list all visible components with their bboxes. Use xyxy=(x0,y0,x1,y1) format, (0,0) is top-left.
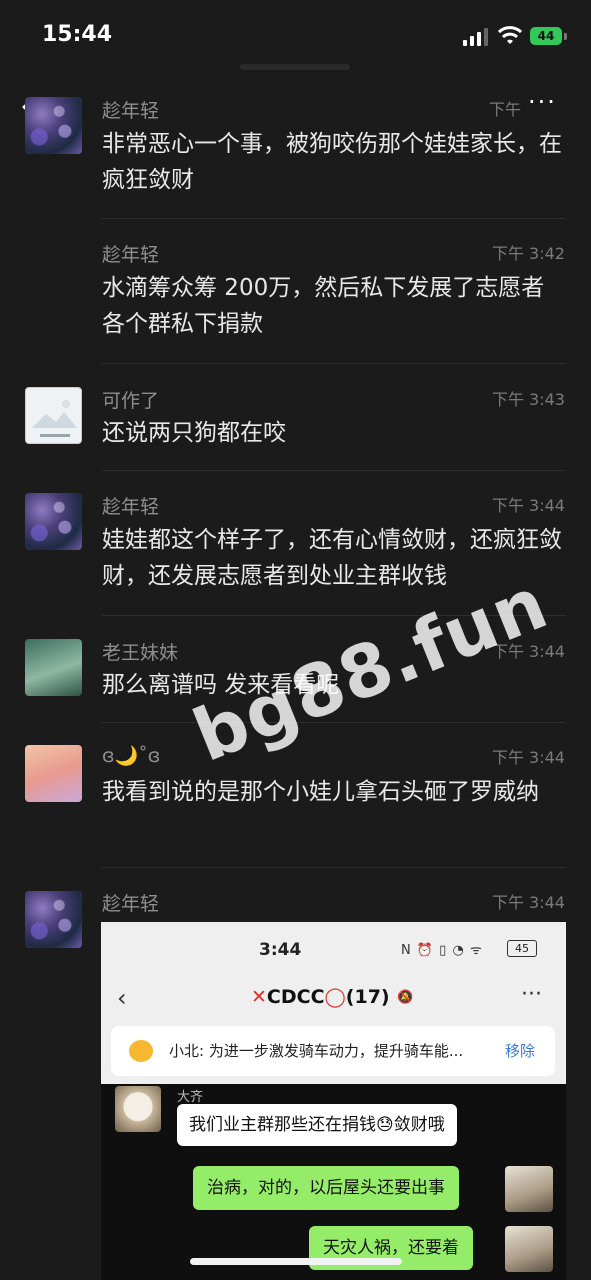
battery-tip xyxy=(564,33,567,40)
ss-battery: 45 xyxy=(507,940,537,957)
status-time: 15:44 xyxy=(42,22,113,47)
message-text[interactable]: 我看到说的是那个小娃儿拿石头砸了罗威纳 xyxy=(102,774,564,810)
divider xyxy=(102,218,566,219)
sender-name: ɞ🌙˚ɞ xyxy=(102,745,161,767)
message-time: 下午 3:42 xyxy=(491,244,565,263)
ss-group-name: CDCC xyxy=(266,986,325,1008)
sender-name: 可作了 xyxy=(102,390,160,412)
avatar[interactable] xyxy=(25,639,82,696)
ss-group-count: (17) xyxy=(345,986,390,1008)
ss-incoming-bubble: 我们业主群那些还在捐钱😓敛财哦 xyxy=(177,1104,457,1146)
sender-name: 趁年轻 xyxy=(102,496,160,518)
sender-name: 趁年轻 xyxy=(102,100,160,122)
ss-avatar xyxy=(115,1086,161,1132)
bell-slash-icon: 🔕 xyxy=(397,990,414,1005)
message-item[interactable]: 趁年轻 下午 3:42 水滴筹众筹 200万，然后私下发展了志愿者各个群私下捐款 xyxy=(0,238,591,358)
avatar[interactable] xyxy=(25,745,82,802)
battery-indicator: 44 xyxy=(530,27,562,45)
ss-chat-area: 大齐 我们业主群那些还在捐钱😓敛财哦 治病，对的，以后屋头还要出事 天灾人祸，还… xyxy=(101,1084,566,1280)
ss-avatar xyxy=(505,1166,553,1212)
ss-back-icon: ‹ xyxy=(117,984,127,1012)
ss-status-time: 3:44 xyxy=(259,940,302,960)
red-circle-icon: ◯ xyxy=(324,986,346,1008)
home-indicator[interactable] xyxy=(190,1258,402,1265)
message-time: 下午 xyxy=(488,100,521,119)
ss-sender-name: 大齐 xyxy=(177,1090,204,1105)
sender-name: 老王妹妹 xyxy=(102,642,179,664)
shared-screenshot-image[interactable]: 3:44 N ⏰ ▯ ◔ ᯤ 45 ‹ ✕CDCC◯(17) 🔕 ··· 小北:… xyxy=(101,922,566,1280)
status-bar: 15:44 44 xyxy=(0,0,591,70)
date-separator xyxy=(240,64,350,70)
image-placeholder-icon xyxy=(32,400,77,437)
message-item[interactable]: 可作了 下午 3:43 还说两只狗都在咬 xyxy=(0,384,591,464)
divider xyxy=(102,867,566,868)
ss-notice-bar: 小北: 为进一步激发骑车动力，提升骑车能... 移除 xyxy=(111,1026,555,1076)
message-item[interactable]: ɞ🌙˚ɞ 下午 3:44 我看到说的是那个小娃儿拿石头砸了罗威纳 xyxy=(0,742,591,862)
wifi-icon xyxy=(498,26,522,44)
avatar[interactable] xyxy=(25,97,82,154)
message-text[interactable]: 非常恶心一个事，被狗咬伤那个娃娃家长，在疯狂敛财 xyxy=(102,126,564,198)
avatar[interactable] xyxy=(25,493,82,550)
avatar[interactable] xyxy=(25,891,82,948)
message-time: 下午 3:43 xyxy=(491,390,565,409)
message-item[interactable]: 趁年轻 下午 3:44 xyxy=(0,887,591,948)
message-time: 下午 3:44 xyxy=(491,748,565,767)
message-text[interactable]: 还说两只狗都在咬 xyxy=(102,415,564,451)
cellular-signal-icon xyxy=(463,28,489,46)
sun-icon xyxy=(129,1040,153,1062)
ss-avatar xyxy=(505,1226,553,1272)
ss-outgoing-bubble: 治病，对的，以后屋头还要出事 xyxy=(193,1166,459,1210)
red-x-icon: ✕ xyxy=(251,986,267,1008)
ss-more-icon: ··· xyxy=(521,982,542,1007)
message-text[interactable]: 水滴筹众筹 200万，然后私下发展了志愿者各个群私下捐款 xyxy=(102,270,564,342)
ss-group-title: ✕CDCC◯(17) xyxy=(251,986,390,1008)
message-time: 下午 3:44 xyxy=(491,496,565,515)
message-item[interactable]: 趁年轻 下午 非常恶心一个事，被狗咬伤那个娃娃家长，在疯狂敛财 xyxy=(0,94,591,214)
avatar[interactable] xyxy=(25,387,82,444)
sender-name: 趁年轻 xyxy=(102,244,160,266)
message-time: 下午 3:44 xyxy=(491,893,565,912)
ss-status-icons: N ⏰ ▯ ◔ ᯤ xyxy=(401,943,483,958)
divider xyxy=(102,363,566,364)
sender-name: 趁年轻 xyxy=(102,893,160,915)
ss-remove-label: 移除 xyxy=(505,1042,536,1060)
divider xyxy=(102,470,566,471)
ss-notice-text: 小北: 为进一步激发骑车动力，提升骑车能... xyxy=(169,1042,464,1060)
